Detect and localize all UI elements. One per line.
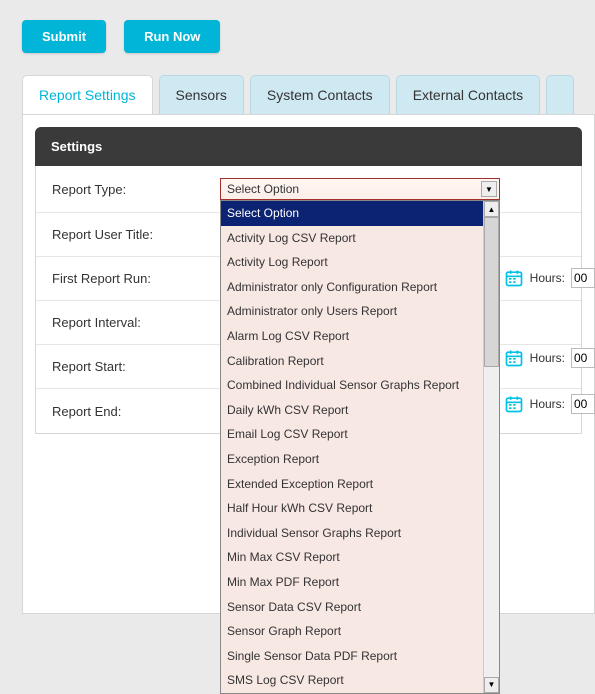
chevron-down-icon: ▼: [481, 181, 497, 197]
tab-bar: Report Settings Sensors System Contacts …: [22, 75, 595, 114]
first-run-hours-input[interactable]: [571, 268, 595, 288]
label-first-report-run: First Report Run:: [52, 271, 212, 286]
dropdown-option[interactable]: Daily kWh CSV Report: [221, 398, 483, 423]
report-type-dropdown: Select OptionActivity Log CSV ReportActi…: [220, 200, 500, 694]
scroll-thumb[interactable]: [484, 217, 499, 367]
first-run-hours-label: Hours:: [530, 271, 565, 285]
report-start-hours-input[interactable]: [571, 348, 595, 368]
dropdown-option[interactable]: Extended Exception Report: [221, 472, 483, 497]
report-end-hours-input[interactable]: [571, 394, 595, 414]
dropdown-option[interactable]: Sensor Data CSV Report: [221, 595, 483, 620]
dropdown-option[interactable]: Sensor Graph Report: [221, 619, 483, 644]
report-end-hours-label: Hours:: [530, 397, 565, 411]
dropdown-option[interactable]: Calibration Report: [221, 349, 483, 374]
label-report-end: Report End:: [52, 404, 212, 419]
tab-external-contacts[interactable]: External Contacts: [396, 75, 541, 114]
report-type-selected-value: Select Option: [227, 182, 299, 196]
submit-button[interactable]: Submit: [22, 20, 106, 53]
run-now-button[interactable]: Run Now: [124, 20, 220, 53]
scroll-down-icon[interactable]: ▼: [484, 677, 499, 693]
dropdown-option[interactable]: Administrator only Users Report: [221, 299, 483, 324]
calendar-icon[interactable]: [504, 348, 524, 368]
tab-report-settings[interactable]: Report Settings: [22, 75, 153, 114]
dropdown-option[interactable]: Combined Individual Sensor Graphs Report: [221, 373, 483, 398]
dropdown-option[interactable]: Min Max CSV Report: [221, 545, 483, 570]
panel-title: Settings: [35, 127, 582, 166]
scroll-track[interactable]: [484, 217, 499, 677]
label-report-type: Report Type:: [52, 182, 212, 197]
report-start-hours-label: Hours:: [530, 351, 565, 365]
dropdown-option[interactable]: Individual Sensor Graphs Report: [221, 521, 483, 546]
dropdown-option[interactable]: Select Option: [221, 201, 483, 226]
tab-system-contacts[interactable]: System Contacts: [250, 75, 390, 114]
calendar-icon[interactable]: [504, 394, 524, 414]
row-report-type: Report Type: Select Option ▼ Select Opti…: [36, 166, 581, 213]
dropdown-option[interactable]: Activity Log CSV Report: [221, 226, 483, 251]
tab-overflow[interactable]: [546, 75, 574, 114]
calendar-icon[interactable]: [504, 268, 524, 288]
dropdown-option[interactable]: SMS Log CSV Report: [221, 668, 483, 693]
dropdown-scrollbar[interactable]: ▲ ▼: [483, 201, 499, 693]
dropdown-option[interactable]: Min Max PDF Report: [221, 570, 483, 595]
tab-sensors[interactable]: Sensors: [159, 75, 244, 114]
dropdown-option[interactable]: Alarm Log CSV Report: [221, 324, 483, 349]
dropdown-option[interactable]: Single Sensor Data PDF Report: [221, 644, 483, 669]
report-type-select[interactable]: Select Option ▼: [220, 178, 500, 200]
label-report-start: Report Start:: [52, 359, 212, 374]
label-report-user-title: Report User Title:: [52, 227, 212, 242]
dropdown-option[interactable]: Half Hour kWh CSV Report: [221, 496, 483, 521]
dropdown-option[interactable]: Email Log CSV Report: [221, 422, 483, 447]
label-report-interval: Report Interval:: [52, 315, 212, 330]
dropdown-option[interactable]: Exception Report: [221, 447, 483, 472]
action-bar: Submit Run Now: [22, 20, 595, 53]
scroll-up-icon[interactable]: ▲: [484, 201, 499, 217]
dropdown-option[interactable]: Activity Log Report: [221, 250, 483, 275]
dropdown-option[interactable]: Administrator only Configuration Report: [221, 275, 483, 300]
